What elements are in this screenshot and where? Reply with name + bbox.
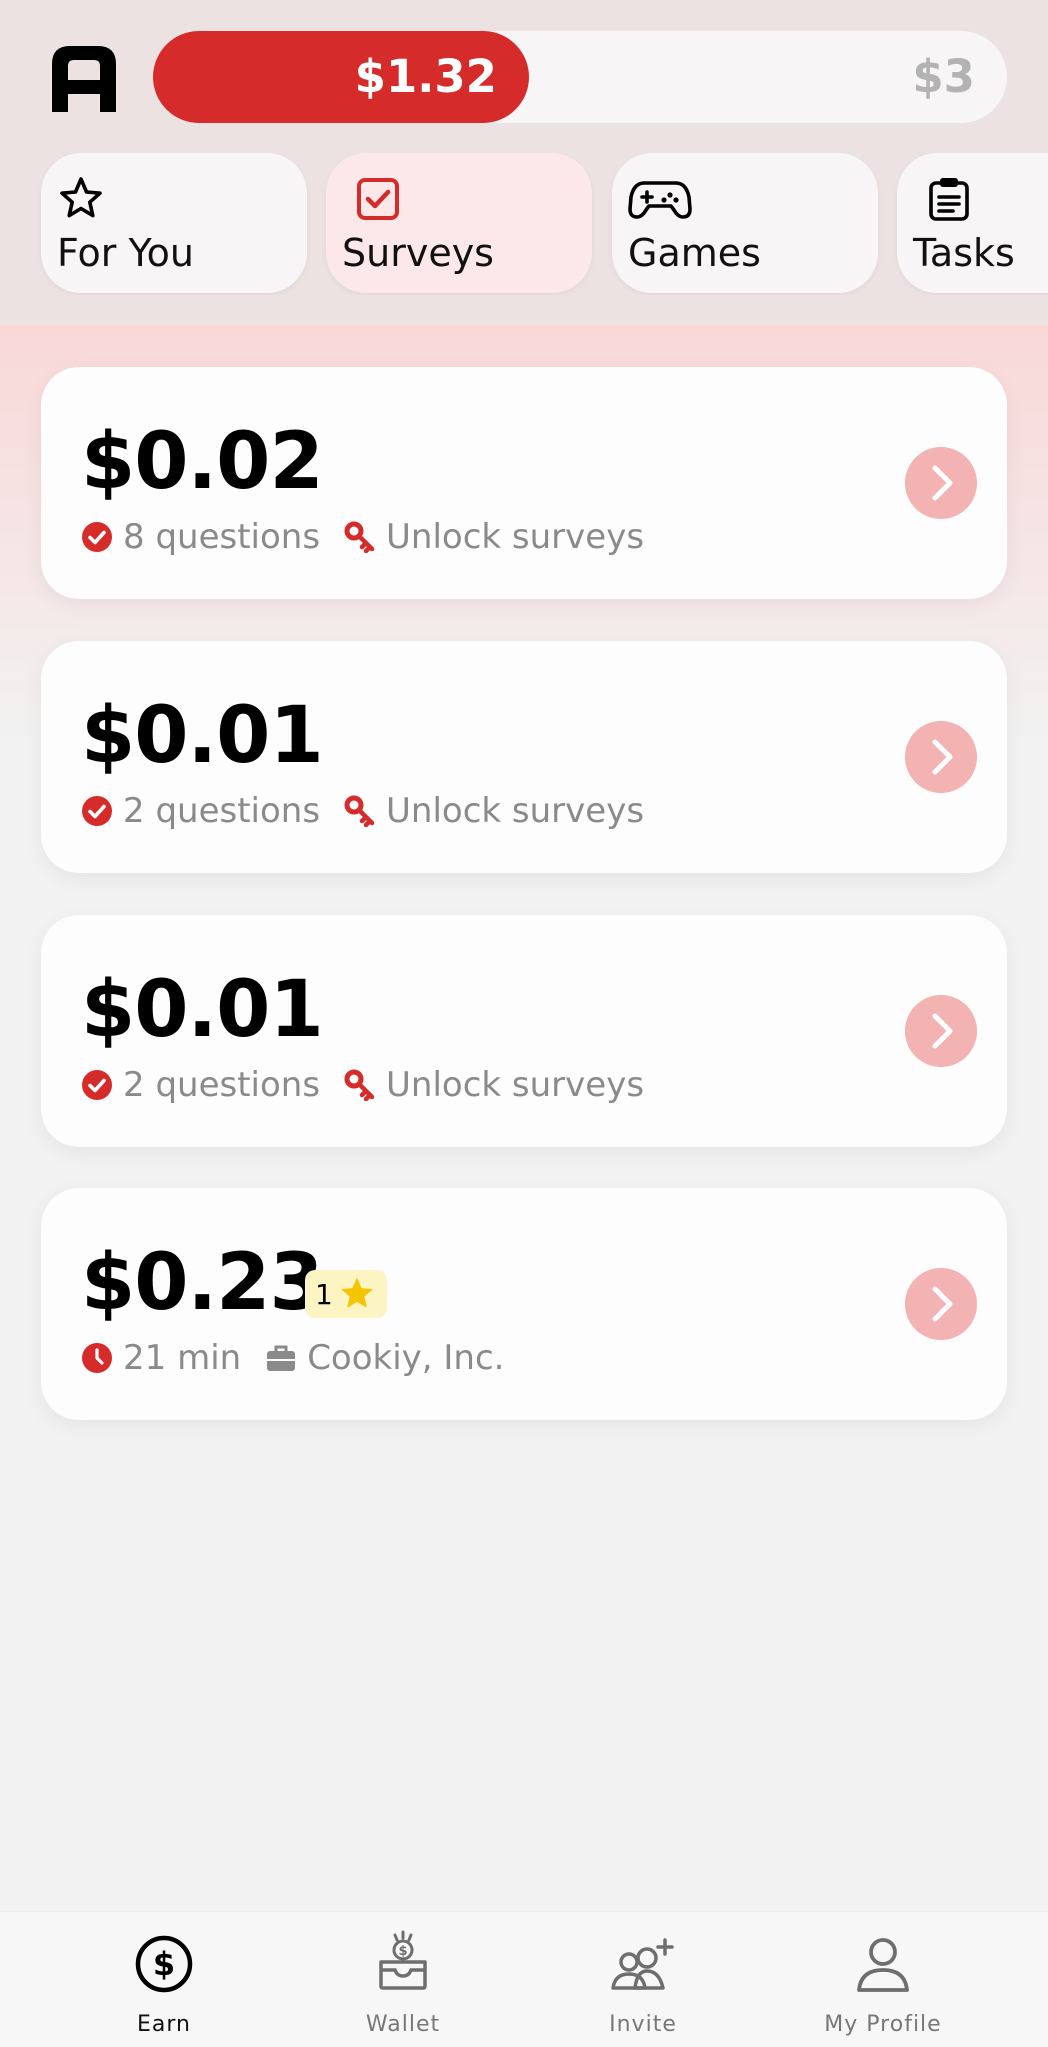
check-circle-icon bbox=[82, 1070, 112, 1100]
briefcase-icon bbox=[267, 1345, 296, 1371]
key-icon bbox=[344, 795, 375, 827]
survey-reward: $0.01 bbox=[81, 691, 324, 781]
survey-card[interactable]: $0.01 2 questions Unlock surveys bbox=[41, 641, 1007, 873]
progress-fill: $1.32 bbox=[153, 31, 529, 123]
nav-label: Wallet bbox=[365, 2012, 441, 2037]
survey-meta: 2 questions Unlock surveys bbox=[81, 1063, 644, 1107]
chevron-right-icon[interactable] bbox=[905, 995, 977, 1067]
add-friends-icon bbox=[611, 1938, 674, 1990]
chevron-right-icon[interactable] bbox=[905, 721, 977, 793]
svg-text:$: $ bbox=[398, 1944, 407, 1959]
check-circle-icon bbox=[82, 522, 112, 552]
gamepad-icon bbox=[628, 181, 692, 219]
svg-text:$: $ bbox=[153, 1945, 175, 1983]
nav-earn[interactable]: $ Earn bbox=[64, 1912, 264, 2047]
category-tabs: For You Surveys Games Tasks bbox=[0, 153, 1048, 295]
duration: 21 min bbox=[123, 1338, 242, 1378]
survey-reward: $0.23 bbox=[81, 1238, 324, 1328]
tab-games[interactable]: Games bbox=[612, 153, 878, 293]
question-count: 2 questions bbox=[123, 1065, 321, 1105]
wallet-icon: $ bbox=[379, 1930, 427, 1990]
company-name: Cookiy, Inc. bbox=[307, 1338, 505, 1378]
clipboard-icon bbox=[929, 178, 969, 221]
survey-card[interactable]: $0.02 8 questions Unlock surveys bbox=[41, 367, 1007, 599]
survey-card[interactable]: $0.23 1 21 min Cookiy, Inc. bbox=[41, 1188, 1007, 1420]
nav-my-profile[interactable]: My Profile bbox=[783, 1912, 983, 2047]
tab-label: For You bbox=[57, 231, 194, 275]
progress-current: $1.32 bbox=[354, 50, 497, 103]
tab-label: Tasks bbox=[913, 231, 1015, 275]
survey-card[interactable]: $0.01 2 questions Unlock surveys bbox=[41, 915, 1007, 1147]
dollar-circle-icon: $ bbox=[135, 1935, 193, 1993]
check-circle-icon bbox=[82, 796, 112, 826]
question-count: 8 questions bbox=[123, 517, 321, 557]
app-logo-icon[interactable] bbox=[48, 42, 120, 114]
tab-surveys[interactable]: Surveys bbox=[326, 153, 592, 293]
survey-reward: $0.01 bbox=[81, 965, 324, 1055]
star-icon bbox=[60, 177, 102, 218]
tab-for-you[interactable]: For You bbox=[41, 153, 307, 293]
user-icon bbox=[857, 1938, 909, 1992]
rating-badge: 1 bbox=[305, 1270, 387, 1318]
tab-label: Surveys bbox=[342, 231, 494, 275]
earnings-progress[interactable]: $3 $1.32 bbox=[153, 31, 1007, 123]
question-count: 2 questions bbox=[123, 791, 321, 831]
key-icon bbox=[344, 1069, 375, 1101]
survey-meta: 2 questions Unlock surveys bbox=[81, 789, 644, 833]
nav-label: My Profile bbox=[824, 2012, 942, 2037]
chevron-right-icon[interactable] bbox=[905, 1268, 977, 1340]
nav-label: Earn bbox=[137, 2012, 191, 2037]
clock-icon bbox=[82, 1343, 112, 1373]
unlock-text: Unlock surveys bbox=[386, 517, 645, 557]
progress-goal: $3 bbox=[912, 50, 975, 103]
bottom-nav: $ Earn $ Wallet Invite My Profile bbox=[0, 1911, 1048, 2047]
survey-reward: $0.02 bbox=[81, 417, 324, 507]
unlock-text: Unlock surveys bbox=[386, 791, 645, 831]
nav-invite[interactable]: Invite bbox=[543, 1912, 743, 2047]
nav-wallet[interactable]: $ Wallet bbox=[303, 1912, 503, 2047]
nav-label: Invite bbox=[609, 2012, 677, 2037]
star-icon bbox=[340, 1277, 373, 1308]
tab-label: Games bbox=[628, 231, 761, 275]
checkbox-icon bbox=[357, 178, 399, 220]
survey-meta: 21 min Cookiy, Inc. bbox=[81, 1336, 504, 1380]
unlock-text: Unlock surveys bbox=[386, 1065, 645, 1105]
rating-value: 1 bbox=[315, 1277, 333, 1311]
chevron-right-icon[interactable] bbox=[905, 447, 977, 519]
tab-tasks[interactable]: Tasks bbox=[897, 153, 1048, 293]
key-icon bbox=[344, 521, 375, 553]
survey-meta: 8 questions Unlock surveys bbox=[81, 515, 644, 559]
